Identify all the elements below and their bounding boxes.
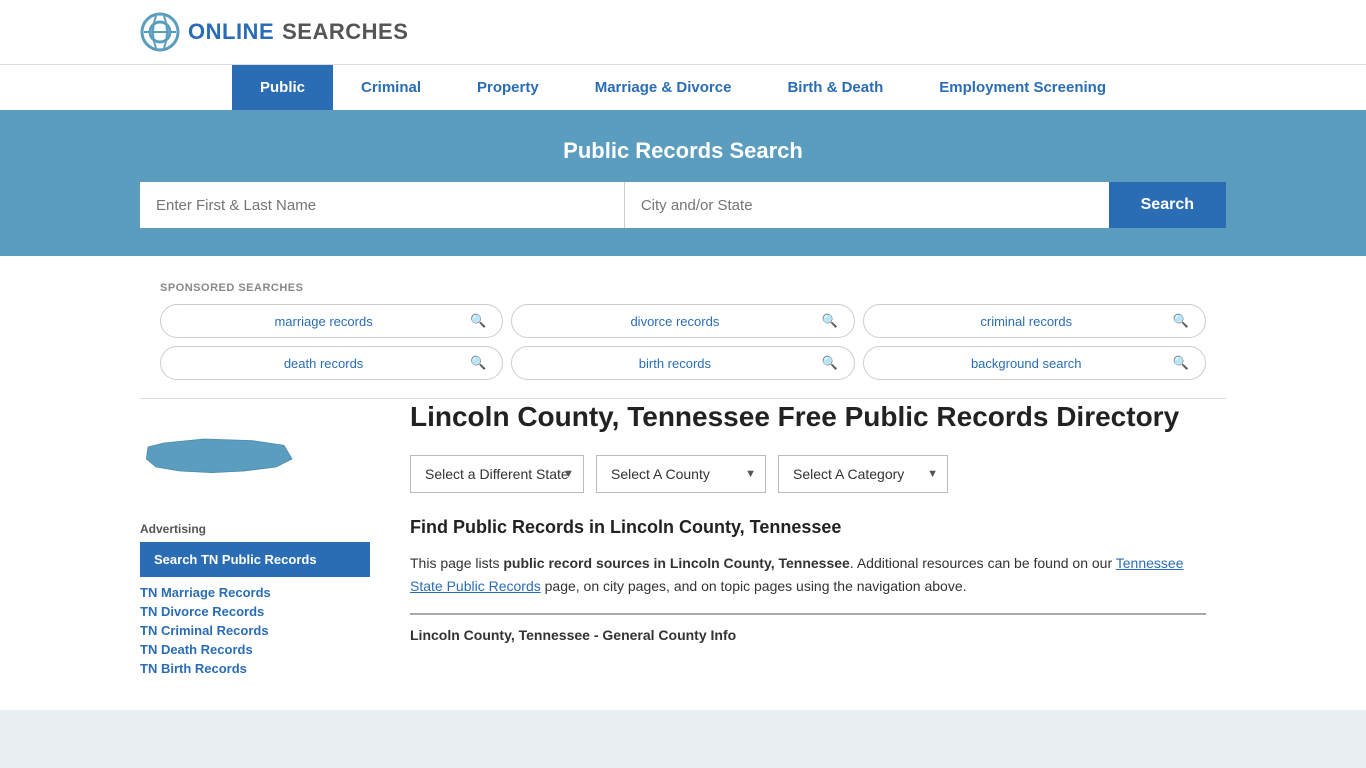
county-select[interactable]: Select A County: [596, 455, 766, 493]
state-map: [140, 423, 370, 506]
tag-divorce-text: divorce records: [528, 314, 821, 329]
search-tag-icon-3: 🔍: [470, 355, 486, 371]
logo-text-searches: SEARCHES: [282, 19, 408, 45]
search-bar: Search: [140, 182, 1226, 228]
tag-marriage-text: marriage records: [177, 314, 470, 329]
sponsored-label: SPONSORED SEARCHES: [160, 282, 1206, 294]
main-content: Lincoln County, Tennessee Free Public Re…: [390, 399, 1226, 680]
category-select[interactable]: Select A Category: [778, 455, 948, 493]
info-box: Lincoln County, Tennessee - General Coun…: [410, 613, 1206, 643]
search-button[interactable]: Search: [1109, 182, 1226, 228]
nav-item-public[interactable]: Public: [232, 65, 333, 110]
search-tag-icon-2: 🔍: [1173, 313, 1189, 329]
main-nav: Public Criminal Property Marriage & Divo…: [0, 64, 1366, 110]
hero-inner: Public Records Search Search: [0, 110, 1366, 256]
search-tag-icon-4: 🔍: [821, 355, 837, 371]
tag-background-text: background search: [880, 356, 1173, 371]
ad-box[interactable]: Search TN Public Records: [140, 542, 370, 577]
hero-title: Public Records Search: [140, 138, 1226, 164]
location-input[interactable]: [625, 182, 1109, 228]
site-header: ONLINE SEARCHES: [0, 0, 1366, 64]
search-tag-icon-1: 🔍: [821, 313, 837, 329]
tag-marriage-records[interactable]: marriage records 🔍: [160, 304, 503, 338]
sidebar-link-criminal[interactable]: TN Criminal Records: [140, 623, 370, 638]
tag-death-records[interactable]: death records 🔍: [160, 346, 503, 380]
logo[interactable]: ONLINE SEARCHES: [140, 12, 408, 52]
sidebar-link-death[interactable]: TN Death Records: [140, 642, 370, 657]
category-select-wrapper: Select A Category: [778, 455, 948, 493]
advertising-label: Advertising: [140, 522, 370, 536]
description-text: This page lists public record sources in…: [410, 552, 1206, 597]
page-title: Lincoln County, Tennessee Free Public Re…: [410, 399, 1206, 435]
nav-item-employment[interactable]: Employment Screening: [911, 65, 1134, 110]
state-select-wrapper: Select a Different State: [410, 455, 584, 493]
sidebar-link-marriage[interactable]: TN Marriage Records: [140, 585, 370, 600]
search-tags: marriage records 🔍 divorce records 🔍 cri…: [160, 304, 1206, 380]
sponsored-section: SPONSORED SEARCHES marriage records 🔍 di…: [140, 268, 1226, 399]
logo-icon: [140, 12, 180, 52]
tag-birth-records[interactable]: birth records 🔍: [511, 346, 854, 380]
hero-section: Public Records Search Search: [0, 110, 1366, 256]
tag-divorce-records[interactable]: divorce records 🔍: [511, 304, 854, 338]
search-tag-icon-0: 🔍: [470, 313, 486, 329]
nav-item-property[interactable]: Property: [449, 65, 567, 110]
tag-birth-text: birth records: [528, 356, 821, 371]
nav-item-birth-death[interactable]: Birth & Death: [759, 65, 911, 110]
nav-item-criminal[interactable]: Criminal: [333, 65, 449, 110]
section-heading: Find Public Records in Lincoln County, T…: [410, 517, 1206, 538]
name-input[interactable]: [140, 182, 625, 228]
tag-criminal-text: criminal records: [880, 314, 1173, 329]
county-select-wrapper: Select A County: [596, 455, 766, 493]
info-box-title: Lincoln County, Tennessee - General Coun…: [410, 627, 1206, 643]
tn-map-svg: [140, 423, 300, 503]
tag-background-search[interactable]: background search 🔍: [863, 346, 1206, 380]
tag-death-text: death records: [177, 356, 470, 371]
logo-text-online: ONLINE: [188, 19, 274, 45]
state-select[interactable]: Select a Different State: [410, 455, 584, 493]
tag-criminal-records[interactable]: criminal records 🔍: [863, 304, 1206, 338]
search-tag-icon-5: 🔍: [1173, 355, 1189, 371]
dropdowns-row: Select a Different State Select A County…: [410, 455, 1206, 493]
sidebar-link-divorce[interactable]: TN Divorce Records: [140, 604, 370, 619]
sidebar-link-birth[interactable]: TN Birth Records: [140, 661, 370, 676]
sidebar: Advertising Search TN Public Records TN …: [140, 399, 370, 680]
nav-item-marriage-divorce[interactable]: Marriage & Divorce: [567, 65, 760, 110]
